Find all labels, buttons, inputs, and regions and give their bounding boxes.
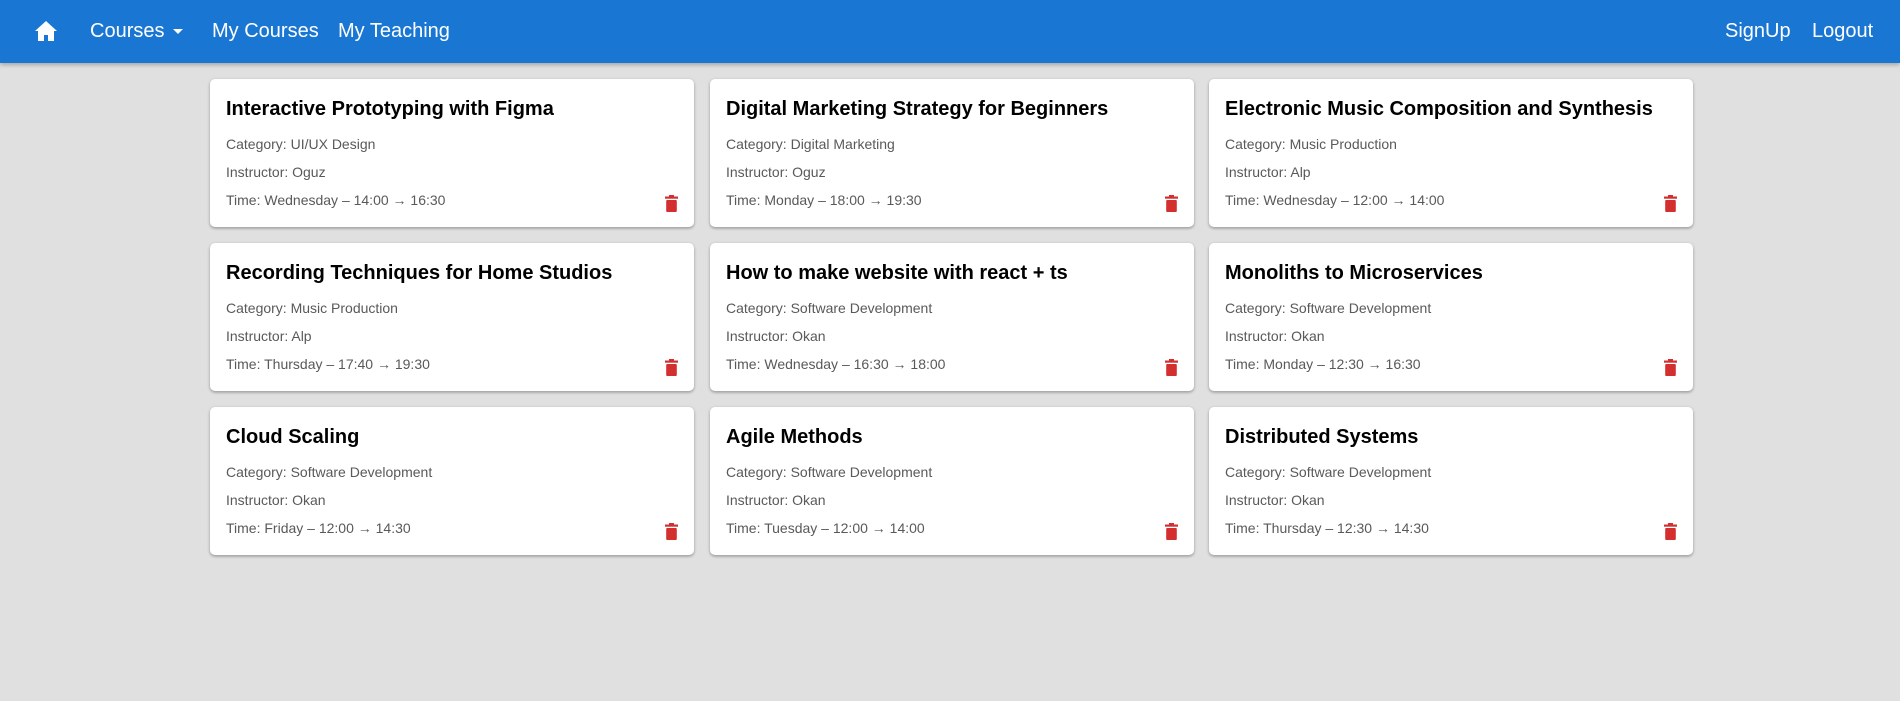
course-category: Category: Music Production <box>1225 136 1397 152</box>
course-time: Time: Monday – 18:00 → 19:30 <box>726 192 922 208</box>
course-title: Monoliths to Microservices <box>1225 262 1483 284</box>
course-card[interactable]: How to make website with react + ts Cate… <box>710 243 1194 391</box>
courses-label: Courses <box>90 20 165 42</box>
course-time: Time: Wednesday – 12:00 → 14:00 <box>1225 192 1445 208</box>
course-category: Category: Software Development <box>726 464 933 480</box>
course-card[interactable]: Cloud Scaling Category: Software Develop… <box>210 407 694 555</box>
course-title: Recording Techniques for Home Studios <box>226 262 613 284</box>
course-time: Time: Thursday – 12:30 → 14:30 <box>1225 520 1429 536</box>
course-instructor: Instructor: Alp <box>1225 164 1311 180</box>
course-category: Category: Software Development <box>226 464 433 480</box>
logout-link[interactable]: Logout <box>1812 0 1873 63</box>
course-card[interactable]: Digital Marketing Strategy for Beginners… <box>710 79 1194 227</box>
signup-link[interactable]: SignUp <box>1725 0 1791 63</box>
trash-icon[interactable] <box>1664 523 1677 540</box>
course-instructor: Instructor: Okan <box>726 328 826 344</box>
course-instructor: Instructor: Oguz <box>226 164 326 180</box>
course-title: Electronic Music Composition and Synthes… <box>1225 98 1653 120</box>
course-time: Time: Wednesday – 14:00 → 16:30 <box>226 192 446 208</box>
course-time: Time: Thursday – 17:40 → 19:30 <box>226 356 430 372</box>
trash-icon[interactable] <box>665 523 678 540</box>
course-category: Category: Music Production <box>226 300 398 316</box>
trash-icon[interactable] <box>665 195 678 212</box>
course-category: Category: Software Development <box>1225 464 1432 480</box>
home-icon <box>35 21 57 41</box>
trash-icon[interactable] <box>665 359 678 376</box>
course-title: Agile Methods <box>726 426 863 448</box>
course-time: Time: Tuesday – 12:00 → 14:00 <box>726 520 925 536</box>
course-category: Category: Software Development <box>1225 300 1432 316</box>
trash-icon[interactable] <box>1664 195 1677 212</box>
trash-icon[interactable] <box>1165 523 1178 540</box>
course-card[interactable]: Monoliths to Microservices Category: Sof… <box>1209 243 1693 391</box>
trash-icon[interactable] <box>1664 359 1677 376</box>
course-instructor: Instructor: Okan <box>726 492 826 508</box>
course-instructor: Instructor: Okan <box>1225 492 1325 508</box>
my-teaching-link[interactable]: My Teaching <box>338 0 450 63</box>
course-time: Time: Wednesday – 16:30 → 18:00 <box>726 356 946 372</box>
top-navbar: Courses My Courses My Teaching SignUp Lo… <box>0 0 1900 63</box>
course-category: Category: Software Development <box>726 300 933 316</box>
course-time: Time: Monday – 12:30 → 16:30 <box>1225 356 1421 372</box>
course-title: Digital Marketing Strategy for Beginners <box>726 98 1109 120</box>
home-button[interactable] <box>32 19 60 43</box>
course-card[interactable]: Interactive Prototyping with Figma Categ… <box>210 79 694 227</box>
course-card[interactable]: Electronic Music Composition and Synthes… <box>1209 79 1693 227</box>
course-card[interactable]: Distributed Systems Category: Software D… <box>1209 407 1693 555</box>
course-card[interactable]: Agile Methods Category: Software Develop… <box>710 407 1194 555</box>
course-category: Category: Digital Marketing <box>726 136 895 152</box>
course-instructor: Instructor: Alp <box>226 328 312 344</box>
courses-dropdown[interactable]: Courses <box>90 0 184 63</box>
course-instructor: Instructor: Oguz <box>726 164 826 180</box>
course-title: Cloud Scaling <box>226 426 360 448</box>
course-instructor: Instructor: Okan <box>1225 328 1325 344</box>
my-courses-link[interactable]: My Courses <box>212 0 319 63</box>
course-card[interactable]: Recording Techniques for Home Studios Ca… <box>210 243 694 391</box>
course-title: How to make website with react + ts <box>726 262 1068 284</box>
course-time: Time: Friday – 12:00 → 14:30 <box>226 520 411 536</box>
chevron-down-icon <box>173 29 184 34</box>
course-title: Distributed Systems <box>1225 426 1419 448</box>
course-title: Interactive Prototyping with Figma <box>226 98 554 120</box>
trash-icon[interactable] <box>1165 359 1178 376</box>
course-instructor: Instructor: Okan <box>226 492 326 508</box>
course-category: Category: UI/UX Design <box>226 136 376 152</box>
trash-icon[interactable] <box>1165 195 1178 212</box>
